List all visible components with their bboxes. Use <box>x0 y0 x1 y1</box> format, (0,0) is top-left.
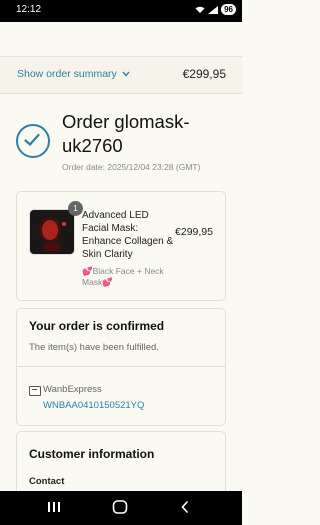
confirmation-title: Your order is confirmed <box>29 319 165 333</box>
quantity-badge: 1 <box>68 201 83 216</box>
confirmation-card: Your order is confirmed The item(s) have… <box>16 308 226 426</box>
order-date: Order date: 2025/12/04 23:28 (GMT) <box>62 162 201 172</box>
contact-label: Contact <box>29 476 65 487</box>
battery-indicator: 96 <box>221 4 236 15</box>
order-title: Order glomask-uk2760 <box>62 111 190 156</box>
order-summary-bar[interactable]: Show order summary €299,95 <box>0 57 242 94</box>
product-card: 1 Advanced LED Facial Mask: Enhance Coll… <box>16 191 226 301</box>
home-icon[interactable] <box>112 500 128 514</box>
show-order-summary-label: Show order summary <box>17 68 117 80</box>
order-total: €299,95 <box>182 67 226 81</box>
header-bar <box>0 22 242 57</box>
recent-apps-icon[interactable] <box>47 500 61 514</box>
divider <box>17 366 225 367</box>
product-name: Advanced LED Facial Mask: Enhance Collag… <box>82 210 174 260</box>
show-order-summary-toggle[interactable]: Show order summary <box>17 68 130 80</box>
system-nav-bar <box>0 491 242 525</box>
wifi-icon <box>195 6 205 13</box>
chevron-down-icon <box>122 71 130 77</box>
product-image <box>29 209 75 255</box>
status-bar: 12:12 96 <box>0 0 242 22</box>
confirmation-text: The item(s) have been fulfilled. <box>29 342 159 353</box>
status-icons: 96 <box>195 4 236 15</box>
check-circle-icon <box>16 124 50 158</box>
shipping-icon <box>29 386 41 396</box>
product-price: €299,95 <box>175 226 213 238</box>
product-variant: 💕Black Face + Neck Mask💕 <box>82 266 164 287</box>
carrier-name: WanbExpress <box>43 384 102 395</box>
clock: 12:12 <box>16 4 42 15</box>
tracking-number-link[interactable]: WNBAA0410150521YQ <box>43 400 144 411</box>
signal-icon <box>208 5 219 14</box>
back-icon[interactable] <box>180 500 190 514</box>
customer-info-title: Customer information <box>29 447 155 461</box>
